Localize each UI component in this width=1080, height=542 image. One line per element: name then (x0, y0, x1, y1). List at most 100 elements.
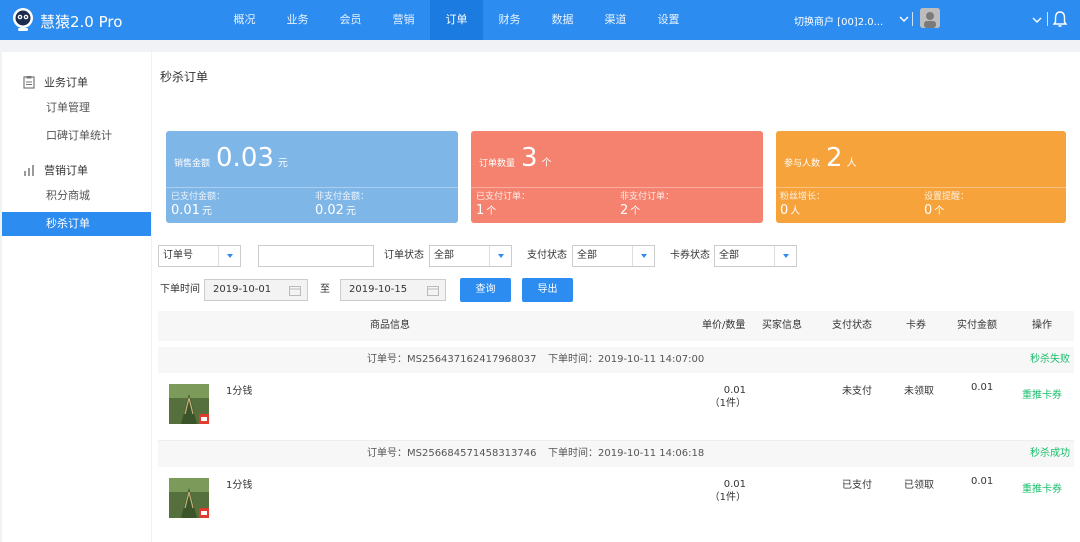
chevron-down-icon[interactable] (899, 14, 909, 24)
stat-value: 3 (521, 143, 538, 173)
sidebar-item-order-management[interactable]: 订单管理 (2, 96, 151, 120)
pay-status: 已支付 (842, 480, 872, 491)
pay-status-label: 支付状态 (527, 250, 567, 261)
resend-coupon-link[interactable]: 重推卡券 (1022, 480, 1062, 495)
nav-data[interactable]: 数据 (536, 0, 589, 40)
main-content: 秒杀订单 销售金额 0.03 元 已支付金额： 0.01 元 非支付金额： 0.0… (152, 52, 1080, 542)
search-field-select[interactable]: 订单号 (158, 245, 241, 267)
nav-members[interactable]: 会员 (324, 0, 377, 40)
sidebar-item-points-mall[interactable]: 积分商城 (2, 184, 151, 208)
unit-price-qty: 0.01 （1件） (698, 478, 746, 504)
divider (471, 187, 763, 188)
page-title: 秒杀订单 (160, 70, 209, 84)
bell-icon[interactable] (1052, 10, 1068, 28)
sidebar-group-label: 营销订单 (44, 164, 88, 177)
sidebar-item-koubei-stats[interactable]: 口碑订单统计 (2, 124, 151, 148)
col-paid-amount: 实付金额 (957, 320, 997, 331)
stat-label: 订单数量 (479, 159, 516, 169)
query-button[interactable]: 查询 (460, 278, 511, 302)
robot-logo-icon[interactable] (10, 6, 36, 32)
col-product: 商品信息 (370, 320, 410, 331)
select-value: 订单号 (163, 250, 193, 261)
date-separator: 至 (320, 284, 330, 295)
product-thumbnail[interactable] (169, 384, 209, 424)
nav-settings[interactable]: 设置 (642, 0, 695, 40)
stat-sub-label: 非支付订单： (620, 192, 675, 202)
product-thumbnail[interactable] (169, 478, 209, 518)
order-header: 订单号：MS256684571458313746 下单时间：2019-10-11… (158, 441, 1074, 467)
order-number: 订单号：MS256437162417968037 (367, 354, 537, 365)
table-header: 商品信息 单价/数量 买家信息 支付状态 卡券 实付金额 操作 (158, 311, 1074, 341)
resend-coupon-link[interactable]: 重推卡券 (1022, 386, 1062, 401)
pay-status: 未支付 (842, 386, 872, 397)
table-row: 1分钱 0.01 （1件） 已支付 已领取 0.01 重推卡券 (158, 468, 1074, 534)
brand-name: 慧猿2.0 Pro (40, 13, 123, 31)
nav-overview[interactable]: 概况 (218, 0, 271, 40)
stat-sub-value: 0 (780, 203, 789, 218)
stat-unit: 个 (541, 158, 552, 169)
date-to-input[interactable]: 2019-10-15 (340, 279, 446, 301)
date-from-input[interactable]: 2019-10-01 (204, 279, 308, 301)
stat-sub-paid: 已支付金额： 0.01 元 (171, 189, 225, 218)
product-name: 1分钱 (226, 386, 253, 397)
stat-sub-value: 0.01 (171, 203, 200, 218)
nav-orders[interactable]: 订单 (430, 0, 483, 40)
date-value: 2019-10-15 (349, 284, 408, 295)
pay-status-select[interactable]: 全部 (572, 245, 655, 267)
stat-value: 2 (826, 143, 843, 173)
top-bar: 慧猿2.0 Pro 概况 业务 会员 营销 订单 财务 数据 渠道 设置 切换商… (0, 0, 1080, 40)
stat-sub-unit: 元 (345, 206, 356, 217)
sidebar-item-flash-sale-orders[interactable]: 秒杀订单 (2, 212, 151, 236)
divider (1047, 12, 1048, 26)
chevron-down-icon[interactable] (1032, 15, 1042, 25)
coupon-status: 已领取 (904, 480, 934, 491)
calendar-icon (289, 286, 301, 296)
stat-unit: 人 (846, 158, 857, 169)
stat-sub-label: 粉丝增长： (780, 192, 826, 202)
nav-business[interactable]: 业务 (271, 0, 324, 40)
col-coupon: 卡券 (906, 320, 926, 331)
order-status-select[interactable]: 全部 (429, 245, 512, 267)
avatar[interactable] (920, 8, 940, 28)
caret-down-icon (489, 246, 511, 266)
stat-sub-value: 2 (620, 203, 629, 218)
table-row: 1分钱 0.01 （1件） 未支付 未领取 0.01 重推卡券 (158, 374, 1074, 440)
col-actions: 操作 (1032, 320, 1052, 331)
product-name: 1分钱 (226, 480, 253, 491)
date-value: 2019-10-01 (213, 284, 272, 295)
stat-unit: 元 (277, 158, 288, 169)
order-status-label: 订单状态 (384, 250, 424, 261)
sidebar: 业务订单 订单管理 口碑订单统计 营销订单 积分商城 秒杀订单 (2, 52, 151, 542)
stat-sub-value: 0.02 (315, 203, 344, 218)
sidebar-group-label: 业务订单 (44, 76, 88, 89)
nav-channels[interactable]: 渠道 (589, 0, 642, 40)
select-value: 全部 (434, 250, 454, 261)
stat-card-sales: 销售金额 0.03 元 已支付金额： 0.01 元 非支付金额： 0.02 元 (166, 131, 458, 223)
stat-label: 销售金额 (174, 159, 211, 169)
order-result: 秒杀失败 (1030, 354, 1070, 365)
stat-sub-label: 已支付订单： (476, 192, 531, 202)
paid-amount: 0.01 (971, 382, 994, 393)
sidebar-group-marketing-orders[interactable]: 营销订单 (2, 158, 151, 182)
search-input[interactable] (258, 245, 374, 267)
stat-card-participants: 参与人数 2 人 粉丝增长： 0人 设置提醒： 0个 (776, 131, 1066, 223)
export-button[interactable]: 导出 (522, 278, 573, 302)
stat-label: 参与人数 (784, 159, 821, 169)
order-time-label: 下单时间 (160, 284, 200, 295)
nav-marketing[interactable]: 营销 (377, 0, 430, 40)
nav-finance[interactable]: 财务 (483, 0, 536, 40)
stat-sub-unpaid: 非支付金额： 0.02 元 (315, 189, 369, 218)
stat-sub-unit: 元 (201, 206, 212, 217)
caret-down-icon (774, 246, 796, 266)
stat-sub-unpaid: 非支付订单： 2个 (620, 189, 674, 218)
col-buyer: 买家信息 (762, 320, 802, 331)
unit-price-qty: 0.01 （1件） (698, 384, 746, 410)
stat-sub-unit: 个 (486, 206, 497, 217)
unit-price: 0.01 (723, 385, 746, 396)
sidebar-group-business-orders[interactable]: 业务订单 (2, 70, 151, 94)
coupon-status-label: 卡券状态 (670, 250, 710, 261)
switch-merchant[interactable]: 切换商户 [00]2.0... (794, 13, 883, 28)
order-time: 下单时间：2019-10-11 14:06:18 (548, 448, 705, 459)
coupon-status-select[interactable]: 全部 (714, 245, 797, 267)
stat-sub-value: 1 (476, 203, 485, 218)
